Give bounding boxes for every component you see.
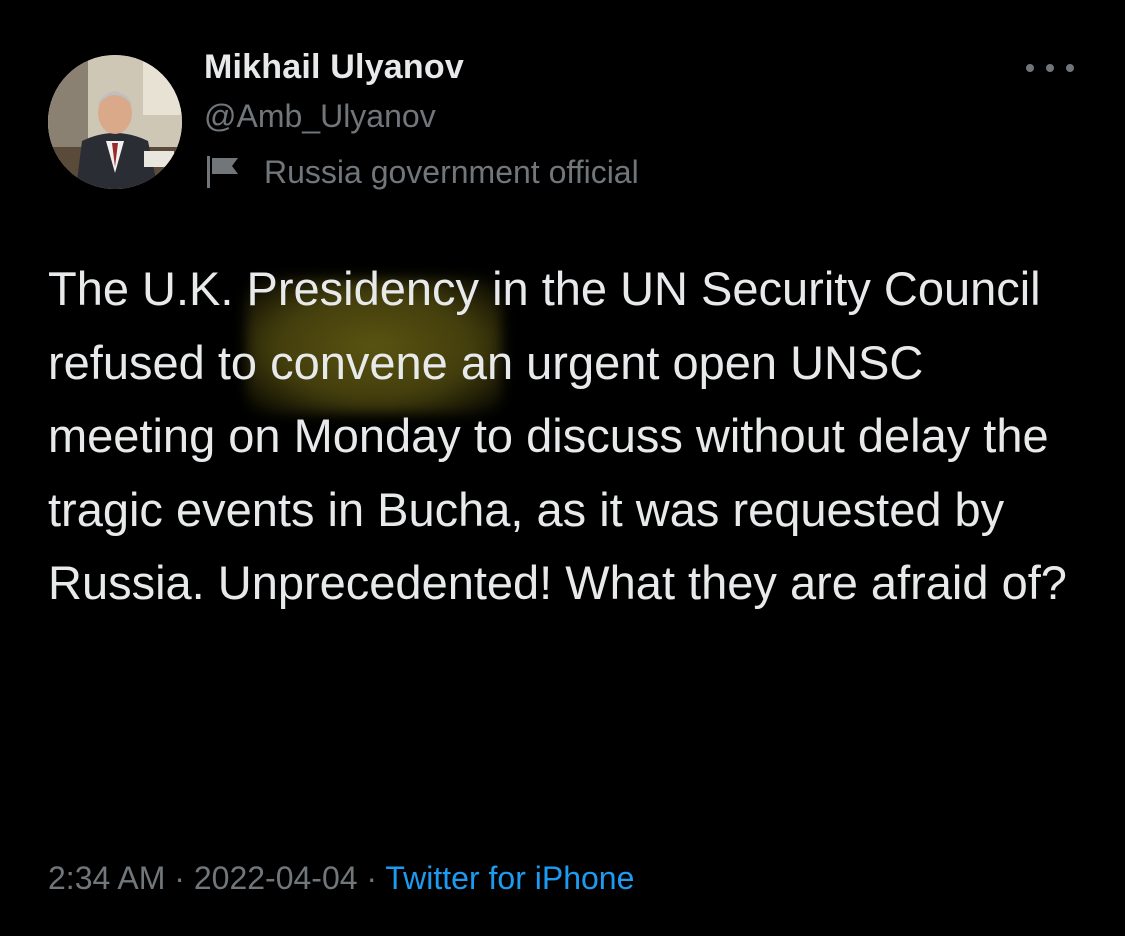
tweet-card: Mikhail Ulyanov @Amb_Ulyanov Russia gove…: [0, 0, 1125, 936]
more-dot: [1026, 64, 1034, 72]
account-label-text: Russia government official: [264, 153, 639, 190]
meta-separator: ·: [357, 860, 386, 896]
author-handle[interactable]: @Amb_Ulyanov: [204, 98, 436, 135]
more-horizontal-icon[interactable]: [1026, 56, 1074, 80]
tweet-time[interactable]: 2:34 AM: [48, 860, 165, 896]
tweet-meta: 2:34 AM · 2022-04-04 · Twitter for iPhon…: [48, 860, 634, 897]
meta-separator: ·: [165, 860, 194, 896]
tweet-date[interactable]: 2022-04-04: [194, 860, 358, 896]
account-label: Russia government official: [204, 152, 639, 192]
more-dot: [1066, 64, 1074, 72]
more-dot: [1046, 64, 1054, 72]
tweet-text: The U.K. Presidency in the UN Security C…: [48, 262, 1067, 609]
avatar-photo: [48, 55, 182, 189]
tweet-source-link[interactable]: Twitter for iPhone: [385, 860, 634, 896]
author-name[interactable]: Mikhail Ulyanov: [204, 48, 464, 87]
flag-icon: [204, 152, 244, 192]
avatar[interactable]: [48, 55, 182, 189]
